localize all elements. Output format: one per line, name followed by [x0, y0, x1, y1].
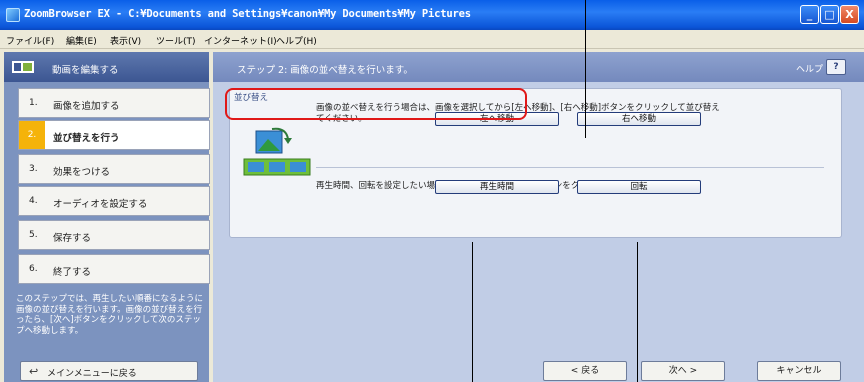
- step-label: 保存する: [53, 233, 92, 244]
- help-label[interactable]: ヘルプ: [796, 62, 823, 75]
- next-button[interactable]: 次へ >: [641, 361, 725, 381]
- menu-internet[interactable]: インターネット(I): [204, 34, 277, 47]
- sidebar-title: 動画を編集する: [52, 65, 119, 76]
- film-icon: [12, 61, 34, 73]
- move-buttons-highlight: [225, 88, 527, 120]
- step-audio[interactable]: 4. オーディオを設定する: [18, 186, 210, 216]
- step-number: 3.: [29, 164, 38, 174]
- minimize-button[interactable]: _: [800, 5, 819, 24]
- callout-line-playtime: [472, 242, 473, 382]
- return-arrow-icon: ↩: [29, 365, 39, 378]
- back-to-main-menu-button[interactable]: ↩ メインメニューに戻る: [20, 361, 198, 381]
- rotate-button[interactable]: 回転: [577, 180, 701, 194]
- step-label: 終了する: [53, 267, 92, 278]
- help-icon[interactable]: ?: [826, 59, 846, 75]
- move-right-button[interactable]: 右へ移動: [577, 112, 701, 126]
- steps-sidebar: 動画を編集する 1. 画像を追加する 2. 並び替えを行う 3. 効果をつける …: [4, 52, 210, 382]
- playtime-button[interactable]: 再生時間: [435, 180, 559, 194]
- step-number: 5.: [29, 230, 38, 240]
- menu-tools[interactable]: ツール(T): [156, 34, 196, 47]
- step-reorder[interactable]: 2. 並び替えを行う: [18, 120, 210, 150]
- zoombrowser-icon: [6, 8, 20, 22]
- sidebar-header: 動画を編集する: [4, 52, 209, 82]
- menu-bar: ファイル(F) 編集(E) 表示(V) ツール(T) インターネット(I) ヘル…: [0, 30, 864, 49]
- step-header: ステップ 2: 画像の並べ替えを行います。 ヘルプ ?: [213, 52, 864, 82]
- step-info-text: このステップでは、再生したい順番になるように画像の並び替えを行います。画像の並び…: [16, 294, 204, 336]
- step-number: 6.: [29, 264, 38, 274]
- title-bar: ZoomBrowser EX - C:¥Documents and Settin…: [0, 0, 864, 30]
- step-title: ステップ 2: 画像の並べ替えを行います。: [237, 65, 413, 76]
- step-effects[interactable]: 3. 効果をつける: [18, 154, 210, 184]
- step-label: 並び替えを行う: [53, 133, 120, 144]
- playtime-rotate-description: 再生時間、回転を設定したい場合は、画像を選択してからボタンをクリックしてください…: [316, 179, 826, 191]
- step-save[interactable]: 5. 保存する: [18, 220, 210, 250]
- app-window: ZoomBrowser EX - C:¥Documents and Settin…: [0, 0, 864, 382]
- back-button[interactable]: < 戻る: [543, 361, 627, 381]
- thumbnail-reorder-icon: [243, 127, 311, 176]
- step-add-images[interactable]: 1. 画像を追加する: [18, 88, 210, 118]
- window-title: ZoomBrowser EX - C:¥Documents and Settin…: [24, 8, 471, 20]
- step-number: 4.: [29, 196, 38, 206]
- step-label: 効果をつける: [53, 167, 111, 178]
- menu-help[interactable]: ヘルプ(H): [276, 34, 317, 47]
- menu-edit[interactable]: 編集(E): [66, 34, 97, 47]
- callout-line-rotate: [637, 242, 638, 382]
- back-to-main-menu-label: メインメニューに戻る: [47, 369, 137, 379]
- section-divider: [316, 167, 824, 168]
- cancel-button[interactable]: キャンセル: [757, 361, 841, 381]
- step-label: 画像を追加する: [53, 101, 120, 112]
- step-number: 1.: [29, 98, 38, 108]
- menu-file[interactable]: ファイル(F): [6, 34, 54, 47]
- close-button[interactable]: X: [840, 5, 859, 24]
- step-finish[interactable]: 6. 終了する: [18, 254, 210, 284]
- step-label: オーディオを設定する: [53, 199, 148, 210]
- maximize-button[interactable]: □: [820, 5, 839, 24]
- step-number: 2.: [19, 121, 45, 149]
- callout-line-move-buttons: [585, 0, 586, 138]
- menu-view[interactable]: 表示(V): [110, 34, 141, 47]
